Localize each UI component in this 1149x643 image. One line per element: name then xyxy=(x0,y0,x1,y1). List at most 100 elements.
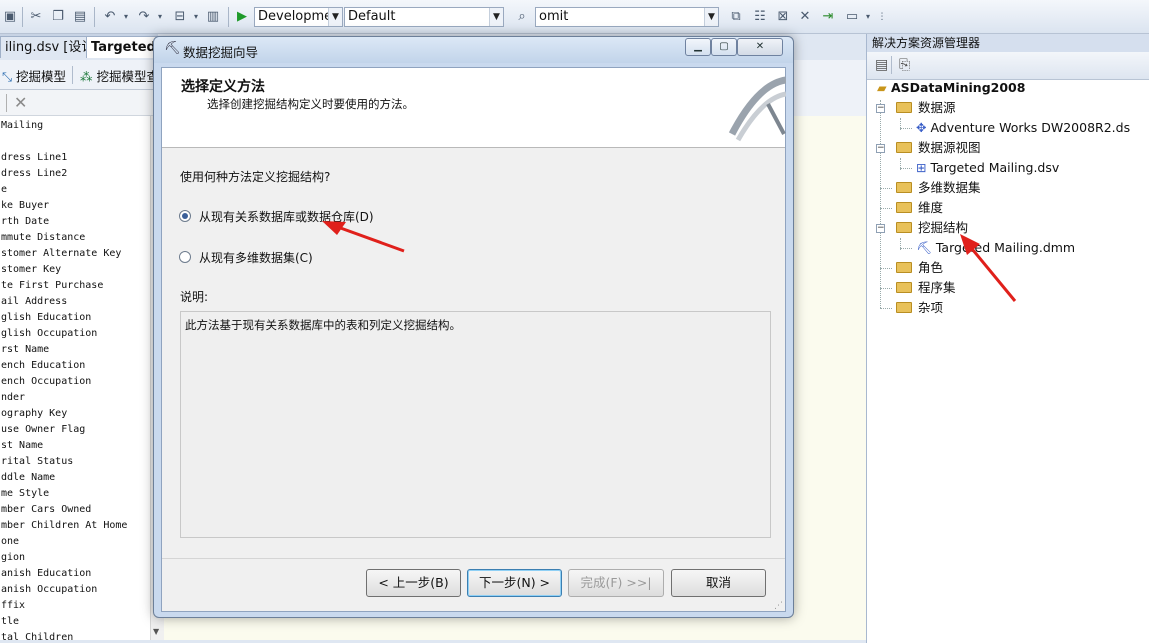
maximize-button[interactable]: ▢ xyxy=(711,38,737,56)
list-item[interactable]: mmute Distance xyxy=(0,230,150,246)
list-item[interactable]: e xyxy=(0,182,150,198)
find-icon[interactable]: ⧉ xyxy=(728,9,744,25)
list-item[interactable]: ail Address xyxy=(0,294,150,310)
list-item[interactable]: stomer Alternate Key xyxy=(0,246,150,262)
tree-node-mining-item[interactable]: ⛏ Targeted Mailing.dmm xyxy=(916,238,1075,258)
tree-node-label: Adventure Works DW2008R2.ds xyxy=(930,120,1131,135)
finish-button[interactable]: 完成(F) >>| xyxy=(568,569,664,597)
process-icon[interactable]: ⇥ xyxy=(820,9,836,25)
chevron-down-icon[interactable]: ▼ xyxy=(489,8,503,26)
list-item[interactable]: mber Children At Home xyxy=(0,518,150,534)
list-item[interactable]: ography Key xyxy=(0,406,150,422)
object-browser-icon[interactable]: ⊠ xyxy=(775,9,791,25)
list-item[interactable]: tal Children xyxy=(0,630,150,640)
solution-platform-combo[interactable]: Default ▼ xyxy=(344,7,504,27)
list-item[interactable]: st Name xyxy=(0,438,150,454)
radio-existing-cube-label[interactable]: 从现有多维数据集(C) xyxy=(199,249,313,266)
list-item[interactable]: rth Date xyxy=(0,214,150,230)
properties-icon[interactable]: ☷ xyxy=(752,9,768,25)
collapse-icon[interactable]: − xyxy=(876,104,885,113)
undo-icon[interactable]: ↶ xyxy=(102,9,118,25)
solution-config-combo[interactable]: Developmer ▼ xyxy=(254,7,343,27)
tree-line xyxy=(900,168,912,169)
redo-icon[interactable]: ↷ xyxy=(136,9,152,25)
minimize-button[interactable]: ▁ xyxy=(685,38,711,56)
tree-node-roles[interactable]: 角色 xyxy=(896,258,943,278)
description-box: 此方法基于现有关系数据库中的表和列定义挖掘结构。 xyxy=(180,311,771,538)
list-item[interactable]: te First Purchase xyxy=(0,278,150,294)
chevron-down-icon[interactable]: ▼ xyxy=(328,8,342,26)
show-all-files-icon[interactable]: ⎘ xyxy=(899,57,910,73)
cut-icon[interactable]: ✂ xyxy=(28,9,44,25)
list-item[interactable]: ke Buyer xyxy=(0,198,150,214)
tree-node-assemblies[interactable]: 程序集 xyxy=(896,278,956,298)
delete-icon[interactable]: ✕ xyxy=(14,93,27,112)
collapse-icon[interactable]: − xyxy=(876,224,885,233)
list-item[interactable]: mber Cars Owned xyxy=(0,502,150,518)
list-item[interactable]: anish Education xyxy=(0,566,150,582)
list-item[interactable]: stomer Key xyxy=(0,262,150,278)
next-button[interactable]: 下一步(N) > xyxy=(467,569,562,597)
list-item[interactable]: ddle Name xyxy=(0,470,150,486)
tree-node-dimensions[interactable]: 维度 xyxy=(896,198,943,218)
list-item[interactable]: glish Occupation xyxy=(0,326,150,342)
tab-mining-model-viewer[interactable]: ⁂ 挖掘模型查 xyxy=(80,66,159,85)
resize-grip-icon[interactable]: ⋰ xyxy=(774,601,783,611)
list-item[interactable]: ench Occupation xyxy=(0,374,150,390)
list-item[interactable]: me Style xyxy=(0,486,150,502)
command-window-icon[interactable]: ▭ xyxy=(844,9,860,25)
find-combo[interactable]: omit ▼ xyxy=(535,7,719,27)
tree-node-dsv[interactable]: 数据源视图 xyxy=(896,138,981,158)
radio-existing-cube[interactable] xyxy=(179,251,191,263)
toolbar-separator xyxy=(94,7,95,27)
list-item[interactable]: dress Line1 xyxy=(0,150,150,166)
print-icon[interactable]: ▥ xyxy=(205,9,221,25)
tree-node-misc[interactable]: 杂项 xyxy=(896,298,943,318)
list-item[interactable]: ench Education xyxy=(0,358,150,374)
list-item[interactable]: dress Line2 xyxy=(0,166,150,182)
navigate-icon[interactable]: ⊟ xyxy=(172,9,188,25)
close-button[interactable]: ✕ xyxy=(737,38,783,56)
back-button[interactable]: < 上一步(B) xyxy=(366,569,461,597)
folder-icon xyxy=(896,302,912,313)
scroll-down-icon[interactable]: ▼ xyxy=(153,627,159,636)
redo-dropdown-icon[interactable]: ▾ xyxy=(152,9,168,25)
tree-node-data-source-item[interactable]: ✥ Adventure Works DW2008R2.ds xyxy=(916,118,1130,138)
paste-icon[interactable]: ▤ xyxy=(72,9,88,25)
list-item[interactable]: rst Name xyxy=(0,342,150,358)
list-item[interactable]: rital Status xyxy=(0,454,150,470)
copy-icon[interactable]: ❐ xyxy=(50,9,66,25)
navigate-dropdown-icon[interactable]: ▾ xyxy=(188,9,204,25)
save-all-icon[interactable]: ▣ xyxy=(2,9,18,25)
collapse-icon[interactable]: − xyxy=(876,144,885,153)
list-item[interactable]: one xyxy=(0,534,150,550)
tab-mining-models-label: 挖掘模型 xyxy=(16,69,67,84)
list-item[interactable]: use Owner Flag xyxy=(0,422,150,438)
chevron-down-icon[interactable]: ▼ xyxy=(704,8,718,26)
tree-node-data-sources[interactable]: 数据源 xyxy=(896,98,956,118)
tree-node-cubes[interactable]: 多维数据集 xyxy=(896,178,981,198)
undo-dropdown-icon[interactable]: ▾ xyxy=(118,9,134,25)
tree-project-node[interactable]: ▰ ASDataMining2008 xyxy=(877,78,1025,98)
list-item[interactable]: gion xyxy=(0,550,150,566)
designer-tabs: ⤡ 挖掘模型 ⁂ 挖掘模型查 xyxy=(0,60,159,90)
list-item[interactable]: nder xyxy=(0,390,150,406)
toolbox-icon[interactable]: ✕ xyxy=(797,9,813,25)
list-item[interactable]: tle xyxy=(0,614,150,630)
list-item[interactable]: anish Occupation xyxy=(0,582,150,598)
folder-icon xyxy=(896,102,912,113)
tree-node-dsv-item[interactable]: ⊞ Targeted Mailing.dsv xyxy=(916,158,1059,178)
dialog-titlebar[interactable]: ⛏ 数据挖掘向导 ▁ ▢ ✕ xyxy=(154,37,793,63)
tab-targeted[interactable]: Targeted xyxy=(86,36,161,58)
start-debug-icon[interactable]: ▶ xyxy=(234,9,250,25)
tree-node-mining-structures[interactable]: 挖掘结构 xyxy=(896,218,968,238)
find-in-files-icon[interactable]: ⌕ xyxy=(514,9,530,25)
radio-relational-database[interactable] xyxy=(179,210,191,222)
tab-mining-models[interactable]: ⤡ 挖掘模型 xyxy=(2,66,66,85)
list-item[interactable]: ffix xyxy=(0,598,150,614)
radio-relational-database-label[interactable]: 从现有关系数据库或数据仓库(D) xyxy=(199,208,374,225)
cancel-button[interactable]: 取消 xyxy=(671,569,766,597)
list-item[interactable]: glish Education xyxy=(0,310,150,326)
toolbar-overflow-icon[interactable]: ⋮ xyxy=(874,9,890,25)
properties-icon[interactable]: ▤ xyxy=(875,57,888,73)
